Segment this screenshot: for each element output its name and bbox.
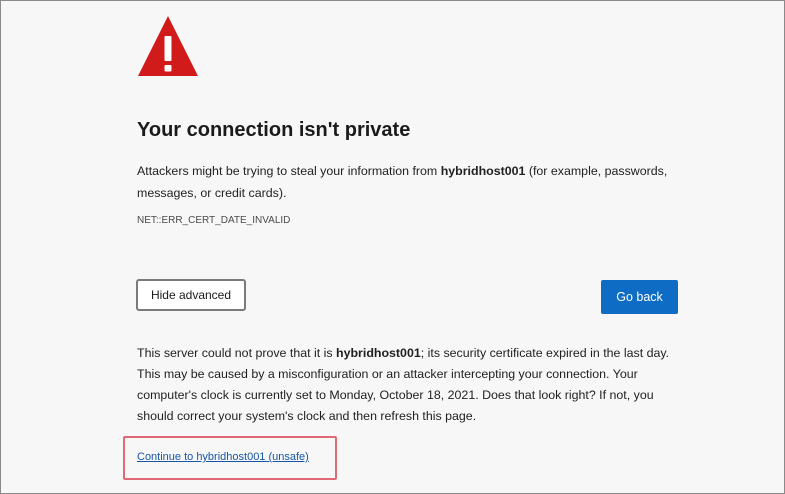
continue-unsafe-link[interactable]: Continue to hybridhost001 (unsafe) (137, 451, 309, 463)
go-back-button[interactable]: Go back (601, 280, 678, 314)
error-code: NET::ERR_CERT_DATE_INVALID (137, 215, 291, 226)
warning-triangle-icon (138, 16, 198, 76)
details-text-before: This server could not prove that it is (137, 346, 337, 360)
error-page: Your connection isn't private Attackers … (0, 0, 785, 494)
page-title: Your connection isn't private (137, 119, 411, 141)
intro-text: Attackers might be trying to steal your … (137, 160, 697, 204)
intro-text-before: Attackers might be trying to steal your … (137, 164, 441, 178)
hide-advanced-button[interactable]: Hide advanced (136, 279, 246, 311)
details-host-name: hybridhost001 (336, 346, 421, 360)
advanced-details-text: This server could not prove that it is h… (137, 343, 692, 427)
intro-host-name: hybridhost001 (440, 164, 526, 178)
